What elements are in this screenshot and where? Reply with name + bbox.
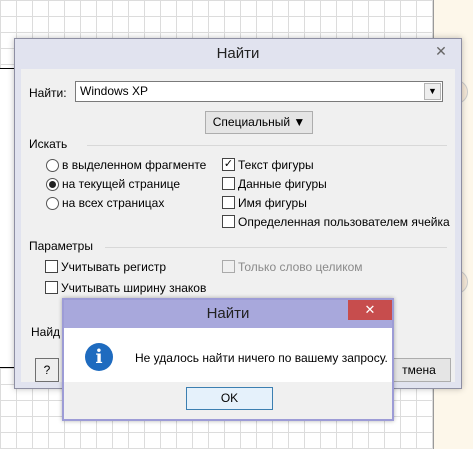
find-input[interactable]: Windows XP ▼ <box>75 81 443 102</box>
divider <box>87 145 447 146</box>
checkbox-user-cell-label[interactable]: Определенная пользователем ячейка <box>238 215 450 229</box>
checkbox-match-width-label[interactable]: Учитывать ширину знаков <box>61 281 206 295</box>
help-icon[interactable]: ? <box>35 358 59 382</box>
find-input-value[interactable]: Windows XP <box>80 84 148 98</box>
message-text: Не удалось найти ничего по вашему запрос… <box>135 351 388 365</box>
checkbox-shape-name[interactable] <box>222 196 235 209</box>
message-box: Найти ✕ i Не удалось найти ничего по ваш… <box>62 298 394 421</box>
chevron-down-icon[interactable]: ▼ <box>424 83 441 100</box>
checkbox-shape-name-label[interactable]: Имя фигуры <box>238 196 307 210</box>
params-group-title: Параметры <box>29 239 93 253</box>
message-box-content: i Не удалось найти ничего по вашему запр… <box>64 328 392 382</box>
radio-scope-all-pages[interactable] <box>46 197 59 210</box>
checkbox-match-width[interactable] <box>45 281 58 294</box>
ok-button[interactable]: OK <box>186 387 273 410</box>
message-box-title: Найти <box>206 305 250 322</box>
radio-scope-current-page-label[interactable]: на текущей странице <box>62 177 180 191</box>
find-label: Найти: <box>29 86 67 100</box>
checkbox-match-case-label[interactable]: Учитывать регистр <box>61 260 166 274</box>
special-button[interactable]: Специальный ▼ <box>205 111 313 134</box>
info-icon: i <box>85 343 113 371</box>
find-dialog-title: Найти <box>216 45 260 62</box>
checkbox-shape-data[interactable] <box>222 177 235 190</box>
search-group-title: Искать <box>29 137 68 151</box>
find-next-partial: Найд <box>31 325 61 339</box>
checkbox-whole-word-label[interactable]: Только слово целиком <box>238 260 363 274</box>
checkbox-shape-data-label[interactable]: Данные фигуры <box>238 177 327 191</box>
message-box-titlebar[interactable]: Найти ✕ <box>64 300 392 328</box>
close-icon[interactable]: ✕ <box>348 300 392 320</box>
checkbox-shape-text-label[interactable]: Текст фигуры <box>238 158 314 172</box>
find-dialog-titlebar[interactable]: Найти ✕ <box>15 39 461 68</box>
divider <box>105 247 447 248</box>
message-box-footer: OK <box>64 382 392 419</box>
radio-scope-selection-label[interactable]: в выделенном фрагменте <box>62 158 206 172</box>
radio-scope-current-page[interactable] <box>46 178 59 191</box>
radio-scope-selection[interactable] <box>46 159 59 172</box>
checkbox-match-case[interactable] <box>45 260 58 273</box>
checkbox-user-cell[interactable] <box>222 215 235 228</box>
close-icon[interactable]: ✕ <box>431 41 451 61</box>
checkbox-whole-word[interactable] <box>222 260 235 273</box>
cancel-button[interactable]: тмена <box>387 358 451 382</box>
checkbox-shape-text[interactable]: ✓ <box>222 158 235 171</box>
radio-scope-all-pages-label[interactable]: на всех страницах <box>62 196 164 210</box>
